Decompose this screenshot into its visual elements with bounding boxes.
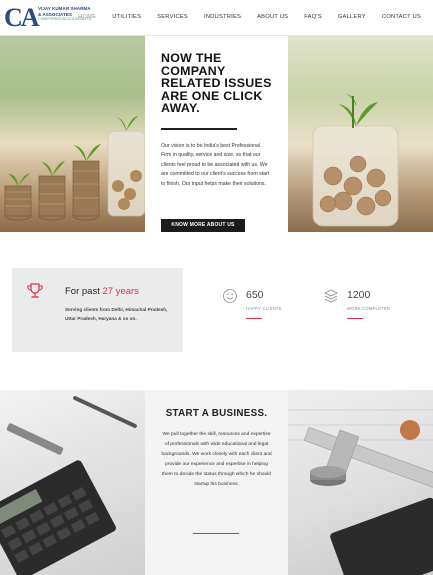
experience-years: 27 years bbox=[102, 286, 139, 297]
start-business-underline bbox=[193, 533, 239, 534]
hero-card: NOW THE COMPANY RELATED ISSUES ARE ONE C… bbox=[145, 36, 288, 232]
site-header: CA VIJAY KUMAR SHARMA & ASSOCIATES CHART… bbox=[0, 0, 433, 36]
main-nav: HOME UTILITIES SERVICES INDUSTRIES ABOUT… bbox=[70, 14, 429, 20]
experience-card: For past 27 years Serving clients from D… bbox=[12, 268, 183, 352]
nav-faqs[interactable]: FAQ'S bbox=[296, 14, 330, 20]
stats-section: For past 27 years Serving clients from D… bbox=[0, 232, 433, 390]
nav-about-us[interactable]: ABOUT US bbox=[249, 14, 296, 20]
nav-gallery[interactable]: GALLERY bbox=[330, 14, 374, 20]
start-business-title: START A BUSINESS. bbox=[165, 408, 268, 419]
hero-image-coins-plants-left bbox=[0, 36, 145, 232]
hero-description: Our vision is to be India's best Profess… bbox=[161, 143, 270, 187]
stat-value: 650 bbox=[246, 289, 264, 301]
hero-section: NOW THE COMPANY RELATED ISSUES ARE ONE C… bbox=[0, 36, 433, 232]
hero-title-underline bbox=[161, 128, 237, 130]
nav-home[interactable]: HOME bbox=[70, 14, 104, 20]
hero-image-coin-jar-right bbox=[288, 36, 433, 232]
stat-underline bbox=[347, 318, 363, 319]
hero-title: NOW THE COMPANY RELATED ISSUES ARE ONE C… bbox=[161, 51, 272, 116]
stat-label: HAPPY CLIENTS bbox=[246, 306, 282, 311]
experience-description: Serving clients from Delhi, Himachal Pra… bbox=[65, 307, 168, 321]
start-business-card: START A BUSINESS. We pull together the s… bbox=[145, 390, 433, 575]
start-business-section: START A BUSINESS. We pull together the s… bbox=[0, 390, 433, 575]
logo-mark-text: CA bbox=[4, 3, 40, 32]
start-business-description: We pull together the skill, resources an… bbox=[161, 432, 272, 488]
smiley-icon bbox=[223, 289, 237, 303]
nav-industries[interactable]: INDUSTRIES bbox=[196, 14, 249, 20]
logo-mark: CA bbox=[4, 3, 40, 33]
nav-services[interactable]: SERVICES bbox=[149, 14, 196, 20]
know-more-button[interactable]: KNOW MORE ABOUT US bbox=[161, 219, 245, 232]
experience-title-prefix: For past bbox=[65, 286, 103, 297]
stat-label: WORK COMPLETED bbox=[347, 306, 391, 311]
stat-work-completed: 1200 WORK COMPLETED bbox=[323, 288, 413, 328]
experience-title: For past 27 years bbox=[65, 286, 139, 297]
nav-utilities[interactable]: UTILITIES bbox=[104, 14, 149, 20]
stat-happy-clients: 650 HAPPY CLIENTS bbox=[222, 288, 312, 328]
trophy-icon bbox=[27, 283, 43, 298]
layers-icon bbox=[324, 289, 338, 303]
nav-contact-us[interactable]: CONTACT US bbox=[374, 14, 429, 20]
stat-value: 1200 bbox=[347, 289, 371, 301]
calipers-coins-image bbox=[288, 390, 433, 575]
stat-underline bbox=[246, 318, 262, 319]
calculator-pen-image bbox=[0, 390, 145, 575]
